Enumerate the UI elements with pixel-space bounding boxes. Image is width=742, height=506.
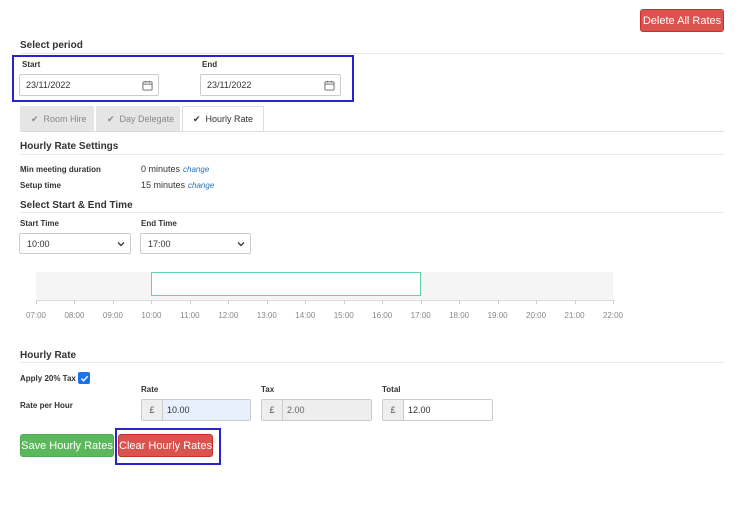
calendar-icon[interactable] (142, 80, 153, 91)
timeline-tick-label: 13:00 (256, 311, 277, 320)
tabs-bottom-border (20, 131, 724, 132)
tax-column-label: Tax (261, 385, 275, 394)
apply-tax-label: Apply 20% Tax (20, 374, 76, 383)
rate-currency-addon: £ (141, 399, 162, 421)
divider (20, 154, 724, 155)
timeline-tick-label: 16:00 (372, 311, 393, 320)
end-time-value: 17:00 (148, 238, 171, 249)
start-time-value: 10:00 (27, 238, 50, 249)
time-range-selection[interactable] (151, 272, 421, 296)
clear-hourly-rates-button[interactable]: Clear Hourly Rates (118, 434, 213, 457)
tab-label: Room Hire (43, 114, 87, 124)
setup-time-label: Setup time (20, 181, 61, 190)
divider (20, 362, 724, 363)
divider (20, 53, 724, 54)
timeline-tick-mark (151, 300, 153, 304)
end-date-label: End (202, 60, 218, 69)
chevron-down-icon (237, 242, 245, 247)
timeline-tick-mark (343, 300, 345, 304)
timeline-tick-label: 14:00 (295, 311, 316, 320)
timeline-tick-label: 19:00 (487, 311, 508, 320)
check-icon: ✔ (193, 113, 201, 124)
select-period-title: Select period (20, 40, 83, 51)
tab-label: Day Delegate (119, 114, 175, 124)
hourly-rate-settings-title: Hourly Rate Settings (20, 141, 119, 152)
check-icon: ✔ (107, 113, 115, 124)
check-icon: ✔ (31, 113, 39, 124)
timeline-tick-mark (420, 300, 422, 304)
tab-label: Hourly Rate (205, 114, 254, 124)
end-time-select[interactable]: 17:00 (140, 233, 251, 254)
total-input: 12.00 (403, 399, 493, 421)
tab-day-delegate[interactable]: ✔ Day Delegate (96, 106, 180, 132)
timeline-tick-label: 09:00 (102, 311, 123, 320)
rate-per-hour-label: Rate per Hour (20, 401, 73, 410)
timeline-tick-mark (613, 300, 614, 304)
tax-input: 2.00 (282, 399, 372, 421)
start-date-label: Start (22, 60, 41, 69)
chevron-down-icon (117, 242, 125, 247)
timeline-tick-label: 12:00 (218, 311, 239, 320)
tab-room-hire[interactable]: ✔ Room Hire (20, 106, 94, 132)
rate-column-label: Rate (141, 385, 159, 394)
end-date-input[interactable]: 23/11/2022 (200, 74, 341, 96)
calendar-icon[interactable] (324, 80, 335, 91)
timeline-tick-mark (189, 300, 191, 304)
min-duration-change-link[interactable]: change (183, 165, 209, 174)
tab-hourly-rate[interactable]: ✔ Hourly Rate (182, 106, 264, 132)
timeline-tick-label: 15:00 (333, 311, 354, 320)
total-column-label: Total (382, 385, 401, 394)
timeline-tick-mark (228, 300, 230, 304)
divider (20, 212, 724, 213)
start-date-value: 23/11/2022 (26, 80, 71, 90)
setup-time-value: 15 minutes change (141, 180, 215, 190)
delete-all-rates-button[interactable]: Delete All Rates (640, 9, 724, 32)
timeline-tick-mark (74, 300, 76, 304)
timeline-tick-mark (574, 300, 576, 304)
start-time-label: Start Time (20, 219, 59, 228)
timeline-tick-mark (459, 300, 461, 304)
setup-time-change-link[interactable]: change (188, 181, 214, 190)
min-duration-label: Min meeting duration (20, 165, 101, 174)
timeline-tick-label: 18:00 (449, 311, 470, 320)
timeline-tick-label: 22:00 (602, 311, 624, 320)
timeline-tick-label: 17:00 (410, 311, 431, 320)
timeline-tick-label: 07:00 (25, 311, 47, 320)
save-hourly-rates-button[interactable]: Save Hourly Rates (20, 434, 114, 457)
time-range-track[interactable] (36, 272, 613, 301)
checkmark-icon (80, 375, 88, 382)
timeline-tick-label: 10:00 (141, 311, 162, 320)
timeline-tick-label: 20:00 (526, 311, 547, 320)
timeline-tick-mark (112, 300, 114, 304)
timeline-tick-mark (266, 300, 268, 304)
timeline-tick-label: 11:00 (180, 311, 200, 320)
apply-tax-checkbox[interactable] (78, 372, 90, 384)
timeline-tick-mark (305, 300, 307, 304)
timeline-tick-mark (382, 300, 384, 304)
hourly-rate-title: Hourly Rate (20, 350, 77, 361)
timeline-tick-mark (36, 300, 37, 304)
end-time-label: End Time (141, 219, 177, 228)
timeline-tick-mark (536, 300, 538, 304)
timeline-tick-label: 08:00 (64, 311, 85, 320)
total-currency-addon: £ (382, 399, 403, 421)
min-duration-value: 0 minutes change (141, 164, 210, 174)
end-date-value: 23/11/2022 (207, 80, 252, 90)
start-date-input[interactable]: 23/11/2022 (19, 74, 159, 96)
select-times-title: Select Start & End Time (20, 200, 133, 211)
start-time-select[interactable]: 10:00 (19, 233, 131, 254)
tax-currency-addon: £ (261, 399, 282, 421)
rate-input[interactable]: 10.00 (162, 399, 251, 421)
timeline-tick-label: 21:00 (564, 311, 585, 320)
timeline-tick-mark (497, 300, 499, 304)
